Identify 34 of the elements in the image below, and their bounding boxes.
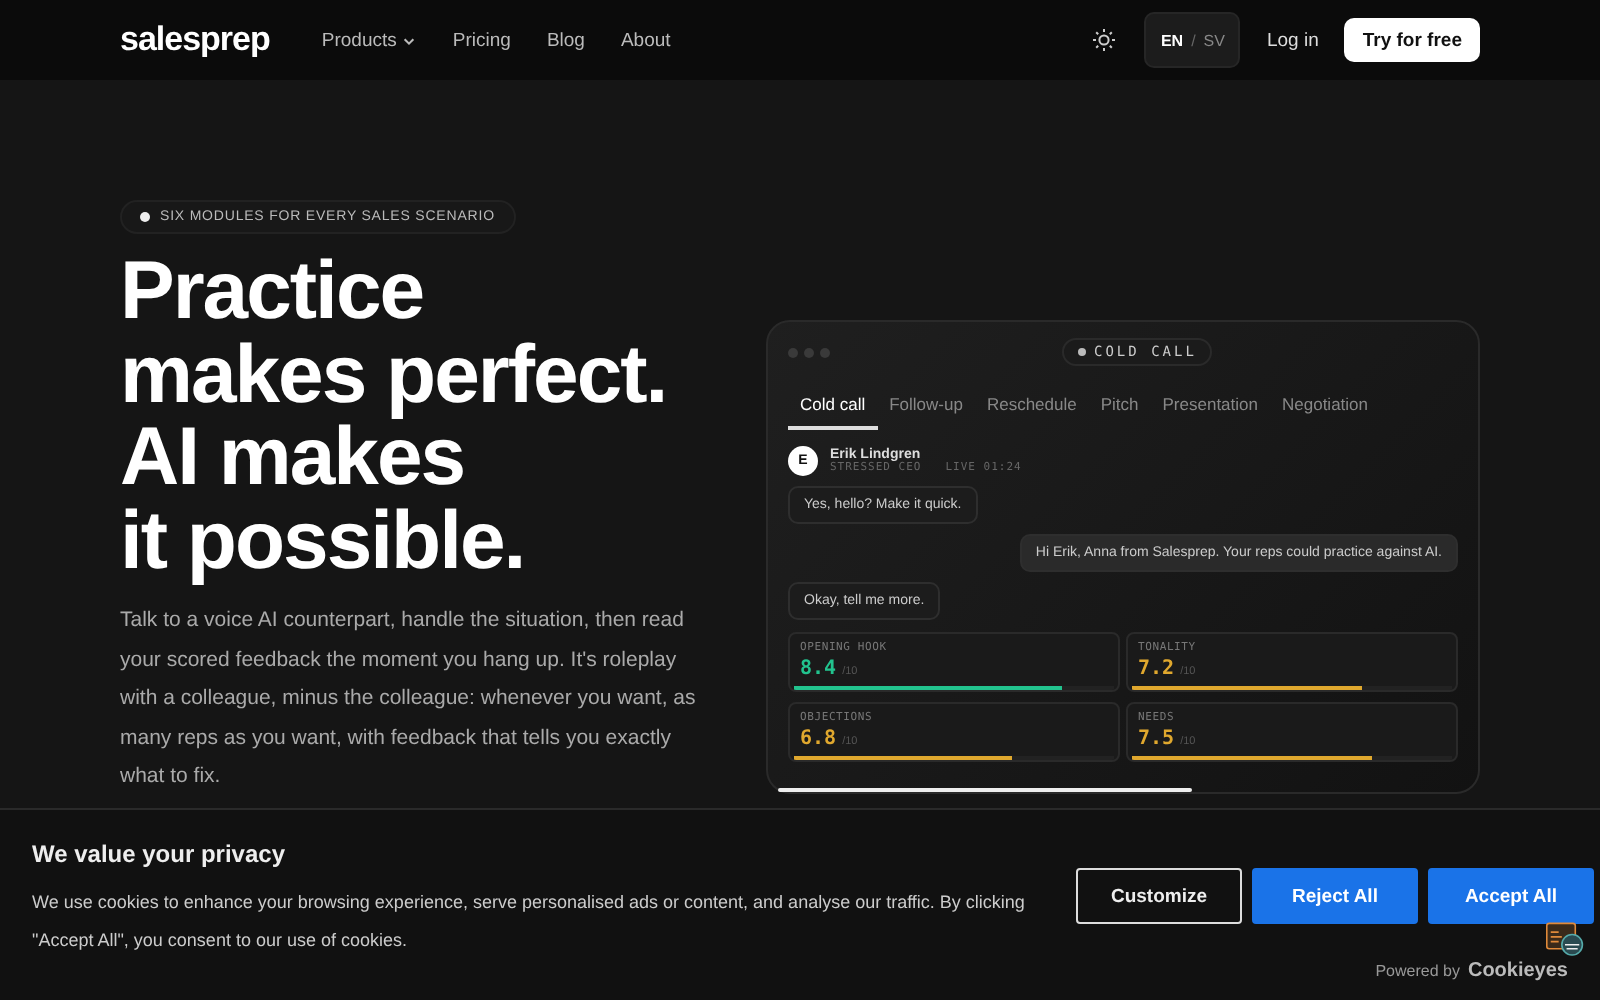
- tab[interactable]: Pitch: [1088, 386, 1151, 430]
- score-value: 7.5: [1138, 728, 1175, 750]
- powered-by: Powered by: [1375, 962, 1460, 980]
- separator: /: [1191, 31, 1196, 49]
- description: Talk to a voice AI counterpart, handle the situation, then read your scored feedback the moment you hang up. It's roleplay with a colleague, minus the colleague: whenever you want, as many reps as you want, with feedback that tells you exactly what to fix.: [120, 606, 698, 792]
- window-dots-icon: [788, 347, 830, 357]
- cookie-button[interactable]: Accept All: [1428, 868, 1594, 924]
- login-link[interactable]: Log in: [1266, 29, 1319, 51]
- banner-title: We value your privacy: [32, 840, 288, 868]
- nav-link[interactable]: Products: [321, 29, 417, 51]
- language-option[interactable]: EN: [1160, 31, 1184, 49]
- brand-name: Cookieyes: [1467, 960, 1568, 982]
- score-value: 6.8: [800, 728, 837, 750]
- language-switch[interactable]: EN / SV: [1144, 12, 1241, 68]
- tab[interactable]: Presentation: [1150, 386, 1270, 430]
- nav-link[interactable]: About: [620, 29, 671, 51]
- banner-text: We use cookies to enhance your browsing experience, serve personalised ads or content, and analyse our traffic. By clicking "Accept All", you consent to our use of cookies.: [32, 890, 1027, 954]
- nav-link[interactable]: Pricing: [452, 29, 511, 51]
- cookie-settings-icon[interactable]: [1546, 922, 1584, 958]
- try-button[interactable]: Try for free: [1344, 18, 1480, 62]
- nav-link[interactable]: Blog: [546, 29, 585, 51]
- score-value: 7.2: [1138, 658, 1175, 680]
- cookie-button[interactable]: Reject All: [1252, 868, 1418, 924]
- tab[interactable]: Follow-up: [877, 386, 975, 430]
- sun-icon[interactable]: [1092, 28, 1117, 52]
- language-option[interactable]: SV: [1203, 31, 1225, 49]
- tab[interactable]: Reschedule: [974, 386, 1089, 430]
- caret-icon: [402, 33, 417, 47]
- score-value: 8.4: [800, 658, 837, 680]
- cookie-button[interactable]: Customize: [1076, 868, 1242, 924]
- tab[interactable]: Cold call: [788, 386, 878, 430]
- tab[interactable]: Negotiation: [1270, 386, 1381, 430]
- headline: Practice makes perfect. AI makes it possible.: [120, 250, 667, 582]
- logo[interactable]: salesprep: [120, 20, 270, 60]
